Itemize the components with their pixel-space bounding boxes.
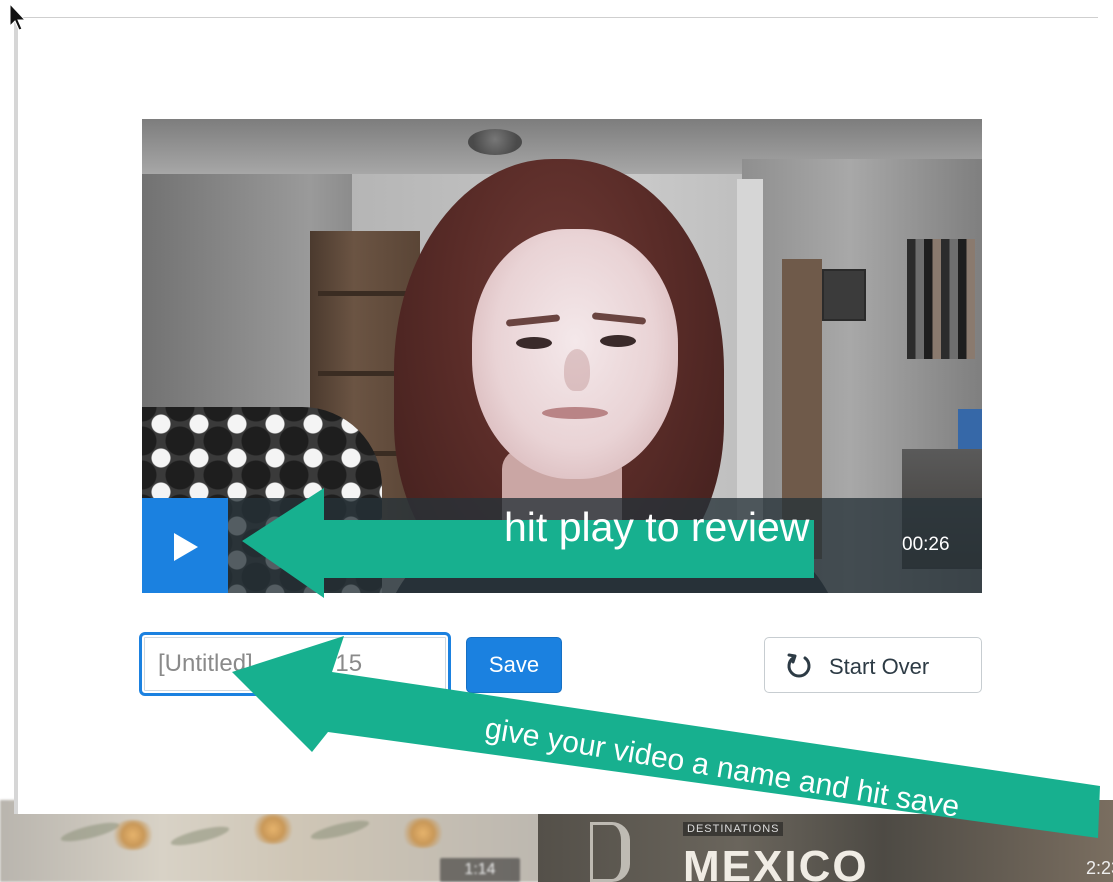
mouse-cursor-icon [9,2,27,31]
video-frame-lamp [468,129,522,155]
decorative-leaf [169,822,231,850]
video-frame-brow [505,314,561,327]
play-button[interactable] [142,498,228,593]
background-tile-left-duration: 1:14 [440,858,520,882]
video-frame-brow [591,312,647,325]
video-frame-nose [564,349,590,391]
annotation-play-hint: hit play to review [504,504,810,550]
video-frame-shelf [318,291,412,296]
background-tile-right-duration: 2:23 [1086,858,1113,878]
video-frame-object [958,409,982,449]
video-frame-eye [600,335,636,347]
screen: 1:14 DESTINATIONS MEXICO 2:23 [0,0,1113,882]
video-frame-picture [822,269,866,321]
decorative-flower [110,820,156,850]
video-frame-person-face [472,229,678,479]
video-frame-collage [907,239,975,359]
video-timecode: 00:26 [902,534,950,555]
play-icon [174,533,198,561]
video-frame-eye [516,337,552,349]
video-frame-mouth [542,407,608,419]
